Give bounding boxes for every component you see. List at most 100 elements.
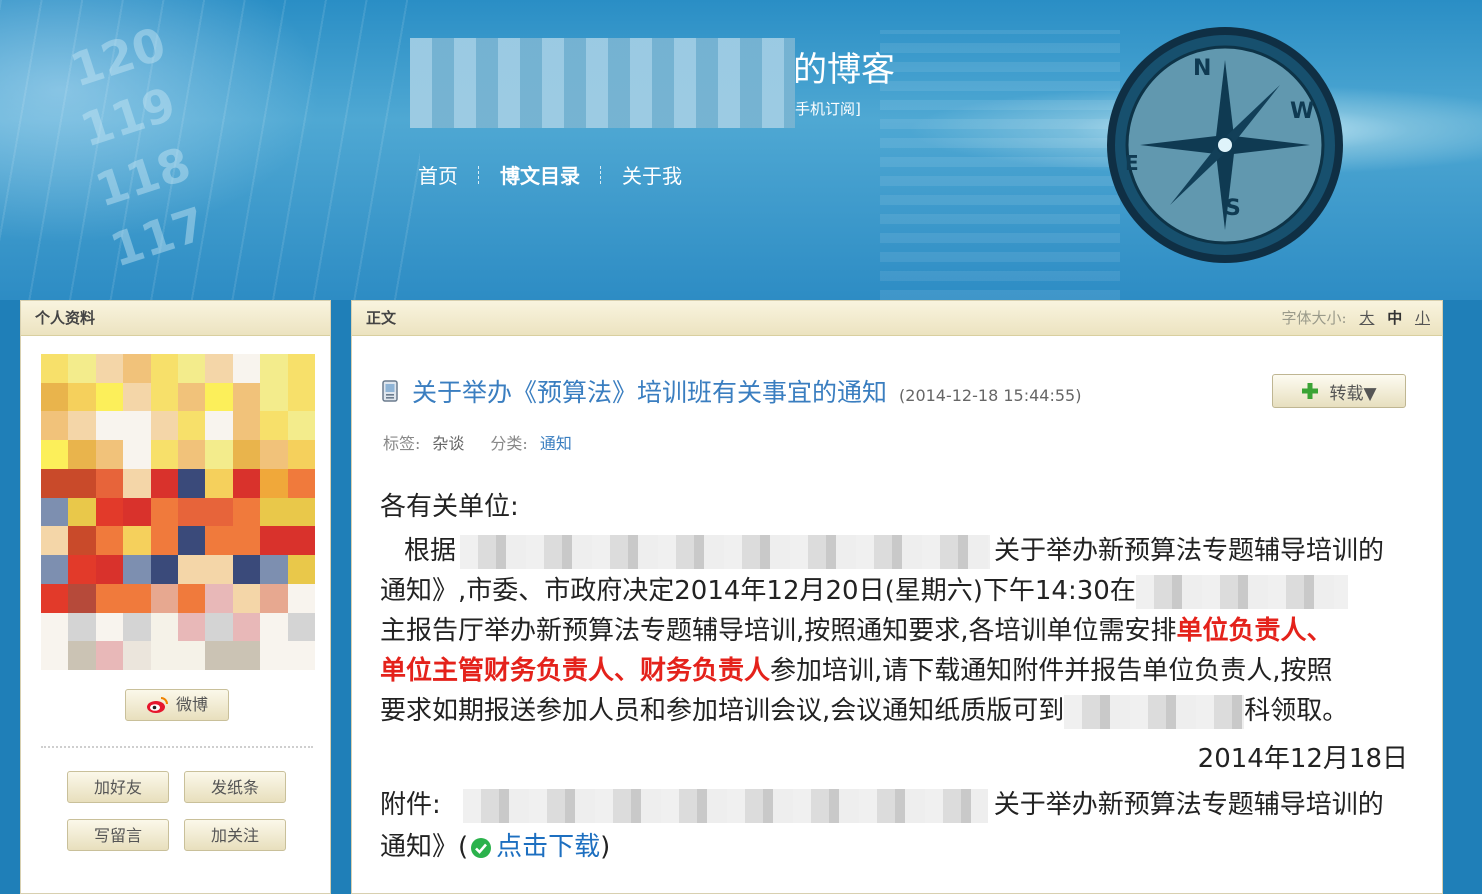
font-size-small[interactable]: 小 xyxy=(1415,309,1430,327)
avatar-pixel xyxy=(150,641,178,670)
send-note-button[interactable]: 发纸条 xyxy=(184,771,286,803)
avatar-pixel xyxy=(177,354,206,383)
blog-header-banner: 120 119 118 117 N W S E 的博客 手机订阅] 首页 博文目… xyxy=(0,0,1482,300)
avatar-pixel xyxy=(287,641,315,670)
body-date: 2014年12月18日 xyxy=(1197,744,1408,774)
repost-button[interactable]: 转载▼ xyxy=(1272,374,1406,408)
avatar-pixel xyxy=(150,382,178,412)
avatar-pixel xyxy=(68,497,96,527)
avatar-pixel xyxy=(260,411,288,441)
body-line: 单位主管财务负责人、财务负责人参加培训,请下载通知附件并报告单位负责人,按照 xyxy=(380,651,1333,691)
avatar-pixel xyxy=(260,497,288,527)
avatar-pixel xyxy=(68,583,96,613)
avatar-pixel xyxy=(205,440,233,469)
avatar-pixel xyxy=(287,468,315,498)
follow-button[interactable]: 加关注 xyxy=(184,819,286,851)
body-text-segment: 通知》( xyxy=(380,832,469,862)
article-title[interactable]: 关于举办《预算法》培训班有关事宜的通知 xyxy=(412,373,887,409)
emphasis-text: 单位负责人、 xyxy=(1176,616,1333,646)
avatar-pixel xyxy=(260,354,288,383)
avatar-pixel xyxy=(287,612,315,642)
avatar-pixel xyxy=(177,555,206,584)
avatar-pixel xyxy=(177,382,206,412)
nav-home[interactable]: 首页 xyxy=(418,160,458,189)
weibo-button[interactable]: 微博 xyxy=(125,689,229,721)
avatar-pixel xyxy=(287,411,315,441)
mobile-subscribe-link[interactable]: 手机订阅] xyxy=(795,98,861,119)
avatar-pixel xyxy=(123,641,151,670)
body-text-segment: 要求如期报送参加人员和参加培训会议,会议通知纸质版可到 xyxy=(380,696,1065,726)
avatar-pixel xyxy=(260,468,288,498)
avatar-pixel xyxy=(287,354,315,383)
add-friend-button[interactable]: 加好友 xyxy=(67,771,169,803)
avatar[interactable] xyxy=(41,354,315,670)
avatar-pixel xyxy=(205,468,233,498)
tag-link[interactable]: 杂谈 xyxy=(432,434,464,453)
avatar-pixel xyxy=(123,354,151,383)
tag-label: 标签: xyxy=(383,434,421,453)
avatar-pixel xyxy=(95,612,124,642)
avatar-pixel xyxy=(205,641,233,670)
blog-title-redacted xyxy=(410,38,795,128)
avatar-pixel xyxy=(205,354,233,383)
avatar-pixel xyxy=(150,583,178,613)
font-size-medium[interactable]: 中 xyxy=(1387,309,1402,327)
avatar-pixel xyxy=(68,526,96,556)
body-line: 要求如期报送参加人员和参加培训会议,会议通知纸质版可到 科领取。 xyxy=(380,691,1348,731)
avatar-pixel xyxy=(232,382,261,412)
avatar-pixel xyxy=(232,468,261,498)
avatar-pixel xyxy=(95,497,124,527)
blog-title: 的博客 xyxy=(793,50,895,90)
nav-about-me[interactable]: 关于我 xyxy=(622,160,682,189)
body-line: 通知》,市委、市政府决定2014年12月20日(星期六)下午14:30在 xyxy=(380,571,1348,611)
avatar-pixel xyxy=(232,440,261,469)
avatar-pixel xyxy=(260,612,288,642)
avatar-pixel xyxy=(95,411,124,441)
avatar-pixel xyxy=(41,555,69,584)
avatar-pixel xyxy=(232,555,261,584)
article-timestamp: (2014-12-18 15:44:55) xyxy=(899,386,1082,405)
avatar-pixel xyxy=(177,641,206,670)
nav-article-list[interactable]: 博文目录 xyxy=(500,160,580,189)
avatar-pixel xyxy=(41,382,69,412)
avatar-pixel xyxy=(232,641,261,670)
article-panel-title: 正文 xyxy=(352,301,1442,336)
avatar-pixel xyxy=(150,440,178,469)
article-panel: 正文 字体大小: 大 中 小 关于举办《预算法》培训班有关事宜的通知 (2014… xyxy=(351,300,1443,894)
weibo-label: 微博 xyxy=(175,695,208,714)
download-link[interactable]: 点击下载 xyxy=(496,832,600,862)
body-text-segment: 根据 xyxy=(404,536,457,566)
avatar-pixel xyxy=(287,583,315,613)
profile-divider xyxy=(41,746,313,748)
avatar-pixel xyxy=(41,468,69,498)
svg-text:S: S xyxy=(1225,196,1241,221)
avatar-pixel xyxy=(232,354,261,383)
body-text-segment: 主报告厅举办新预算法专题辅导培训,按照通知要求,各培训单位需安排 xyxy=(380,616,1177,646)
redacted-text xyxy=(1135,574,1348,609)
body-greeting: 各有关单位: xyxy=(380,492,519,522)
svg-text:N: N xyxy=(1193,56,1211,81)
avatar-pixel xyxy=(123,440,151,469)
avatar-pixel xyxy=(232,526,261,556)
nav-separator xyxy=(478,165,480,184)
weibo-icon xyxy=(146,697,168,713)
leave-message-button[interactable]: 写留言 xyxy=(67,819,169,851)
avatar-pixel xyxy=(95,641,124,670)
font-size-large[interactable]: 大 xyxy=(1359,309,1374,327)
attachment-label: 附件: xyxy=(380,790,441,820)
avatar-pixel xyxy=(68,612,96,642)
avatar-pixel xyxy=(260,641,288,670)
avatar-pixel xyxy=(68,641,96,670)
avatar-pixel xyxy=(232,583,261,613)
compass-graphic: N W S E xyxy=(1107,27,1343,263)
body-line: 附件: 关于举办新预算法专题辅导培训的 xyxy=(380,785,1384,825)
avatar-pixel xyxy=(177,411,206,441)
avatar-pixel xyxy=(150,612,178,642)
nav-separator xyxy=(600,165,602,184)
avatar-pixel xyxy=(41,612,69,642)
mobile-phone-icon[interactable] xyxy=(382,380,398,402)
avatar-pixel xyxy=(232,612,261,642)
category-link[interactable]: 通知 xyxy=(540,434,572,453)
avatar-pixel xyxy=(232,411,261,441)
avatar-pixel xyxy=(95,583,124,613)
